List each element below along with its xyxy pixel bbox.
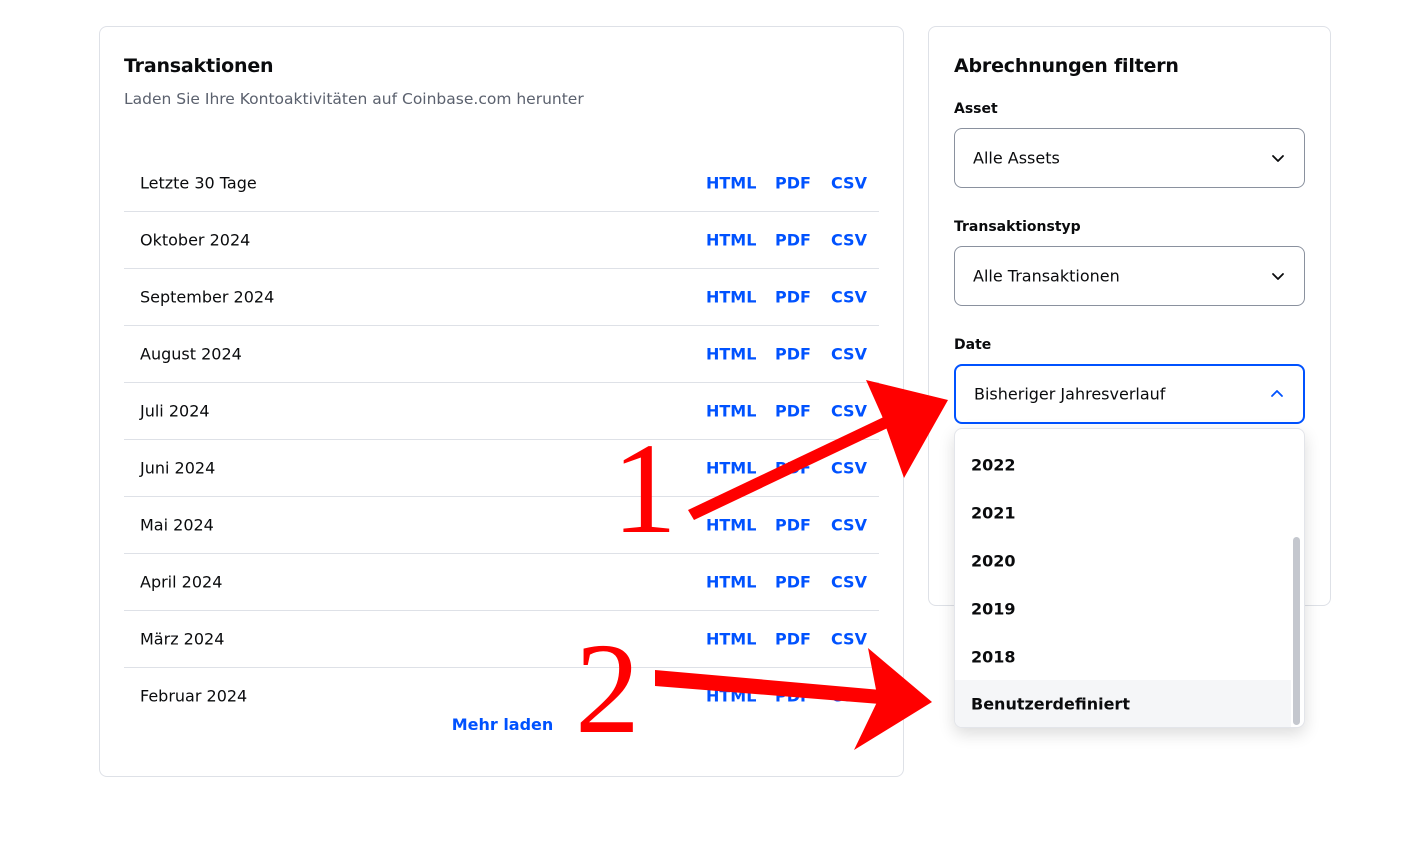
type-label: Transaktionstyp [954, 219, 1081, 235]
transaction-type-select[interactable]: Alle Transaktionen [954, 246, 1305, 306]
download-csv-link[interactable]: CSV [831, 630, 867, 649]
statement-row: Oktober 2024 HTML PDF CSV [124, 211, 879, 268]
statement-period: Mai 2024 [140, 515, 214, 535]
download-pdf-link[interactable]: PDF [775, 173, 811, 192]
download-csv-link[interactable]: CSV [831, 288, 867, 307]
date-option-custom[interactable]: Benutzerdefiniert [955, 680, 1291, 727]
statement-list: Letzte 30 Tage HTML PDF CSV Oktober 2024… [124, 154, 879, 724]
statement-period: Februar 2024 [140, 686, 248, 706]
download-html-link[interactable]: HTML [706, 345, 756, 364]
download-html-link[interactable]: HTML [706, 630, 756, 649]
download-csv-link[interactable]: CSV [831, 173, 867, 192]
transactions-title: Transaktionen [124, 55, 274, 77]
statement-period: Juli 2024 [140, 401, 210, 421]
download-csv-link[interactable]: CSV [831, 402, 867, 421]
download-pdf-link[interactable]: PDF [775, 459, 811, 478]
download-html-link[interactable]: HTML [706, 288, 756, 307]
statement-row: April 2024 HTML PDF CSV [124, 553, 879, 610]
statement-row: März 2024 HTML PDF CSV [124, 610, 879, 667]
statement-period: August 2024 [140, 344, 242, 364]
statement-row: September 2024 HTML PDF CSV [124, 268, 879, 325]
statement-period: September 2024 [140, 287, 275, 307]
date-select-value: Bisheriger Jahresverlauf [974, 384, 1166, 404]
statement-row: August 2024 HTML PDF CSV [124, 325, 879, 382]
statement-period: Letzte 30 Tage [140, 173, 257, 192]
chevron-down-icon [1272, 155, 1284, 162]
download-html-link[interactable]: HTML [706, 687, 756, 706]
chevron-down-icon [1272, 273, 1284, 280]
asset-select[interactable]: Alle Assets [954, 128, 1305, 188]
statement-row: Mai 2024 HTML PDF CSV [124, 496, 879, 553]
date-option-2022[interactable]: 2022 [955, 441, 1291, 489]
download-csv-link[interactable]: CSV [831, 516, 867, 535]
download-html-link[interactable]: HTML [706, 573, 756, 592]
download-html-link[interactable]: HTML [706, 402, 756, 421]
statement-period: Juni 2024 [140, 458, 216, 478]
date-option-2020[interactable]: 2020 [955, 537, 1291, 585]
download-csv-link[interactable]: CSV [831, 459, 867, 478]
transactions-subtitle: Laden Sie Ihre Kontoaktivitäten auf Coin… [124, 90, 584, 108]
date-option-2018[interactable]: 2018 [955, 633, 1291, 681]
download-pdf-link[interactable]: PDF [775, 687, 811, 706]
filter-title: Abrechnungen filtern [954, 55, 1179, 77]
date-select[interactable]: Bisheriger Jahresverlauf [954, 364, 1305, 424]
download-pdf-link[interactable]: PDF [775, 402, 811, 421]
asset-select-value: Alle Assets [973, 148, 1060, 168]
dropdown-scrollbar[interactable] [1293, 537, 1300, 725]
statement-row: Letzte 30 Tage HTML PDF CSV [124, 154, 879, 211]
date-option-2019[interactable]: 2019 [955, 585, 1291, 633]
download-pdf-link[interactable]: PDF [775, 288, 811, 307]
statement-period: März 2024 [140, 629, 225, 649]
download-csv-link[interactable]: CSV [831, 231, 867, 250]
download-html-link[interactable]: HTML [706, 516, 756, 535]
download-csv-link[interactable]: CSV [831, 573, 867, 592]
transaction-type-value: Alle Transaktionen [973, 266, 1120, 286]
load-more-button[interactable]: Mehr laden [100, 715, 905, 734]
statement-row: Juli 2024 HTML PDF CSV [124, 382, 879, 439]
date-label: Date [954, 337, 992, 353]
date-option-2021[interactable]: 2021 [955, 489, 1291, 537]
download-html-link[interactable]: HTML [706, 459, 756, 478]
download-pdf-link[interactable]: PDF [775, 345, 811, 364]
chevron-up-icon [1271, 390, 1283, 397]
download-pdf-link[interactable]: PDF [775, 516, 811, 535]
transactions-card: Transaktionen Laden Sie Ihre Kontoaktivi… [99, 26, 904, 777]
download-pdf-link[interactable]: PDF [775, 630, 811, 649]
download-html-link[interactable]: HTML [706, 231, 756, 250]
download-csv-link[interactable]: CSV [831, 687, 867, 706]
date-dropdown-menu: 2022 2021 2020 2019 2018 Benutzerdefinie… [954, 428, 1305, 728]
statement-row: Juni 2024 HTML PDF CSV [124, 439, 879, 496]
statement-period: April 2024 [140, 572, 223, 592]
statement-period: Oktober 2024 [140, 230, 251, 250]
download-html-link[interactable]: HTML [706, 173, 756, 192]
download-pdf-link[interactable]: PDF [775, 231, 811, 250]
download-pdf-link[interactable]: PDF [775, 573, 811, 592]
download-csv-link[interactable]: CSV [831, 345, 867, 364]
asset-label: Asset [954, 101, 998, 117]
